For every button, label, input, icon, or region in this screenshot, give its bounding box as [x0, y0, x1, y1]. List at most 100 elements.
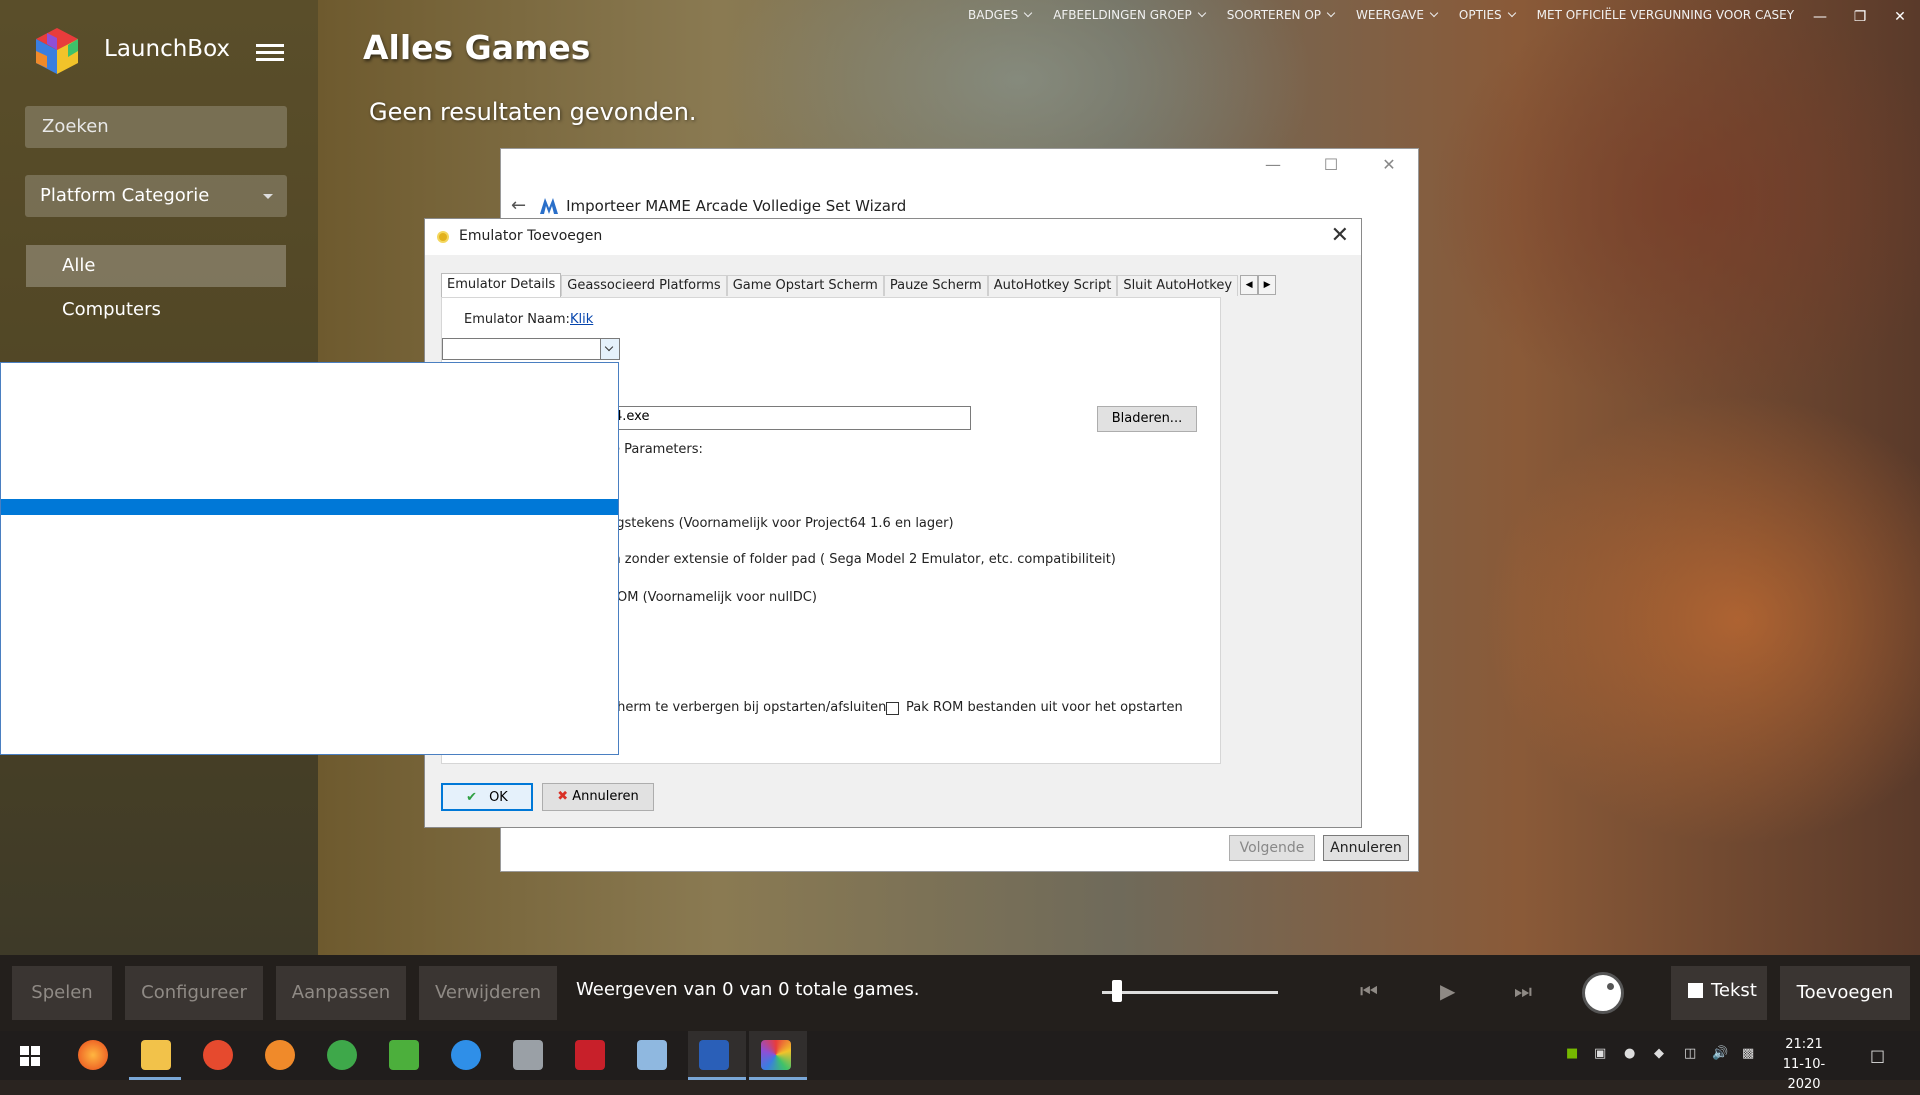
minimize-icon[interactable]: — [1800, 6, 1840, 28]
parameters-label: e Parameters: [612, 442, 703, 457]
close-icon[interactable]: ✕ [1880, 6, 1920, 28]
emulator-name-link[interactable]: Klik [570, 312, 593, 327]
ok-button[interactable]: ✔ OK [441, 783, 533, 811]
search-input[interactable]: Zoeken [25, 106, 287, 148]
filezilla-icon[interactable] [575, 1040, 605, 1070]
tab-startup-screen[interactable]: Game Opstart Scherm [726, 275, 884, 296]
tab-associated-platforms[interactable]: Geassocieerd Platforms [561, 275, 727, 296]
volume-icon[interactable]: 🔊 [1712, 1046, 1728, 1061]
tab-emulator-details[interactable]: Emulator Details [441, 273, 562, 298]
wizard-title: Importeer MAME Arcade Volledige Set Wiza… [566, 196, 907, 215]
back-arrow-icon[interactable]: ← [511, 195, 526, 216]
tab-close-autohotkey[interactable]: Sluit AutoHotkey [1117, 275, 1239, 296]
app-icon[interactable] [637, 1040, 667, 1070]
volume-knob-icon[interactable] [1582, 972, 1624, 1014]
sidebar-item-computers[interactable]: Computers [26, 289, 286, 331]
menu-sort-by[interactable]: SOORTEREN OP [1227, 8, 1344, 28]
option-quotes: ngstekens (Voornamelijk voor Project64 1… [608, 516, 954, 531]
play-button[interactable]: Spelen [12, 966, 112, 1020]
configure-button[interactable]: Configureer [125, 966, 263, 1020]
launchbox-task-icon[interactable] [699, 1040, 729, 1070]
restore-icon[interactable]: ❐ [1840, 6, 1880, 28]
next-button[interactable]: Volgende [1229, 835, 1315, 861]
previous-track-icon[interactable]: ⏮ [1360, 979, 1378, 1003]
close-icon[interactable]: ✕ [1369, 155, 1409, 174]
text-toggle-button[interactable]: Tekst [1671, 966, 1767, 1020]
chevron-down-icon [1326, 8, 1336, 18]
text-toggle-label: Tekst [1711, 980, 1757, 1001]
windows-start-icon[interactable] [20, 1046, 40, 1066]
chevron-down-icon [1429, 8, 1439, 18]
checkmark-icon: ✔ [466, 790, 478, 805]
sidebar-item-alle[interactable]: Alle [26, 245, 286, 287]
green-app-icon[interactable] [389, 1040, 419, 1070]
update-icon[interactable]: ● [1624, 1046, 1635, 1061]
play-icon[interactable]: ▶ [1440, 979, 1455, 1003]
menu-image-group[interactable]: AFBEELDINGEN GROEP [1053, 8, 1215, 28]
clock[interactable]: 21:21 11-10-2020 [1772, 1035, 1836, 1095]
page-title: Alles Games [363, 28, 591, 67]
option-no-extension: m zonder extensie of folder pad ( Sega M… [608, 552, 1116, 567]
emulator-name-label: Emulator Naam: [464, 312, 570, 327]
text-checkbox[interactable] [1688, 983, 1703, 998]
wifi-icon[interactable]: ◫ [1684, 1046, 1696, 1061]
status-text: Weergeven van 0 van 0 totale games. [576, 979, 920, 1000]
delete-button[interactable]: Verwijderen [419, 966, 557, 1020]
wizard-cancel-button[interactable]: Annuleren [1323, 835, 1409, 861]
app-tray-icon[interactable]: ◆ [1654, 1046, 1664, 1061]
cloud-icon[interactable] [451, 1040, 481, 1070]
edit-button[interactable]: Aanpassen [276, 966, 406, 1020]
scroll-left-icon[interactable]: ◀ [1240, 275, 1259, 295]
tools-icon[interactable] [513, 1040, 543, 1070]
extract-rom-checkbox[interactable] [886, 702, 899, 715]
firefox-icon[interactable] [78, 1040, 108, 1070]
dialog-tabs: Emulator Details Geassocieerd Platforms … [441, 273, 1277, 298]
chevron-down-icon[interactable] [600, 339, 619, 359]
maximize-icon[interactable]: ☐ [1311, 155, 1351, 174]
time: 21:21 [1785, 1037, 1823, 1052]
dialog-titlebar: Emulator Toevoegen ✕ [425, 219, 1361, 255]
browse-button[interactable]: Bladeren... [1097, 406, 1197, 432]
tab-pause-screen[interactable]: Pauze Scherm [883, 275, 988, 296]
caret-down-icon [263, 194, 273, 199]
option-hide-screen: cherm te verbergen bij opstarten/afsluit… [610, 700, 887, 715]
scroll-right-icon[interactable]: ▶ [1258, 275, 1277, 295]
menu-options[interactable]: OPTIES [1459, 8, 1525, 28]
notification-icon[interactable]: □ [1870, 1046, 1885, 1065]
zoom-slider-thumb[interactable] [1112, 980, 1122, 1002]
launchbox-logo-icon [36, 28, 78, 74]
minimize-icon[interactable]: — [1253, 155, 1293, 174]
menu-license[interactable]: MET OFFICIËLE VERGUNNING VOOR CASEY [1537, 8, 1804, 28]
hs-app-icon[interactable] [203, 1040, 233, 1070]
close-icon[interactable]: ✕ [1331, 223, 1349, 248]
emulator-name-combobox[interactable] [442, 338, 620, 360]
hq-app-icon[interactable] [327, 1040, 357, 1070]
battery-icon[interactable]: ▩ [1742, 1046, 1754, 1061]
orange-app-icon[interactable] [265, 1040, 295, 1070]
dropdown-selected-item[interactable] [1, 499, 618, 515]
extract-rom-label: Pak ROM bestanden uit voor het opstarten [906, 700, 1183, 715]
dialog-title: Emulator Toevoegen [459, 228, 603, 244]
hamburger-menu-icon[interactable] [256, 44, 284, 62]
chevron-down-icon [1507, 8, 1516, 18]
menu-view[interactable]: WEERGAVE [1356, 8, 1447, 28]
launchbox-small-icon [439, 233, 447, 241]
windows-taskbar: ■ ▣ ● ◆ ◫ 🔊 ▩ 21:21 11-10-2020 □ [0, 1031, 1920, 1092]
next-track-icon[interactable]: ⏭ [1514, 979, 1532, 1003]
file-explorer-icon[interactable] [141, 1040, 171, 1070]
add-button[interactable]: Toevoegen [1780, 966, 1910, 1020]
emulator-dropdown-list[interactable] [0, 362, 619, 755]
cross-icon: ✖ [557, 789, 569, 804]
dialog-cancel-button[interactable]: ✖ Annuleren [542, 783, 654, 811]
nvidia-icon[interactable]: ■ [1566, 1046, 1578, 1061]
option-nulldc: ROM (Voornamelijk voor nullDC) [608, 590, 817, 605]
menu-badges[interactable]: BADGES [968, 8, 1041, 28]
zoom-slider-track[interactable] [1102, 991, 1278, 994]
platform-category-select[interactable]: Platform Categorie [25, 175, 287, 217]
window-controls: — ❐ ✕ [1800, 6, 1920, 28]
date: 11-10-2020 [1782, 1057, 1826, 1092]
top-menu: BADGES AFBEELDINGEN GROEP SOORTEREN OP W… [968, 8, 1816, 28]
network-icon[interactable]: ▣ [1594, 1046, 1606, 1061]
launchbox-icon[interactable] [761, 1040, 791, 1070]
tab-autohotkey-script[interactable]: AutoHotkey Script [987, 275, 1118, 296]
